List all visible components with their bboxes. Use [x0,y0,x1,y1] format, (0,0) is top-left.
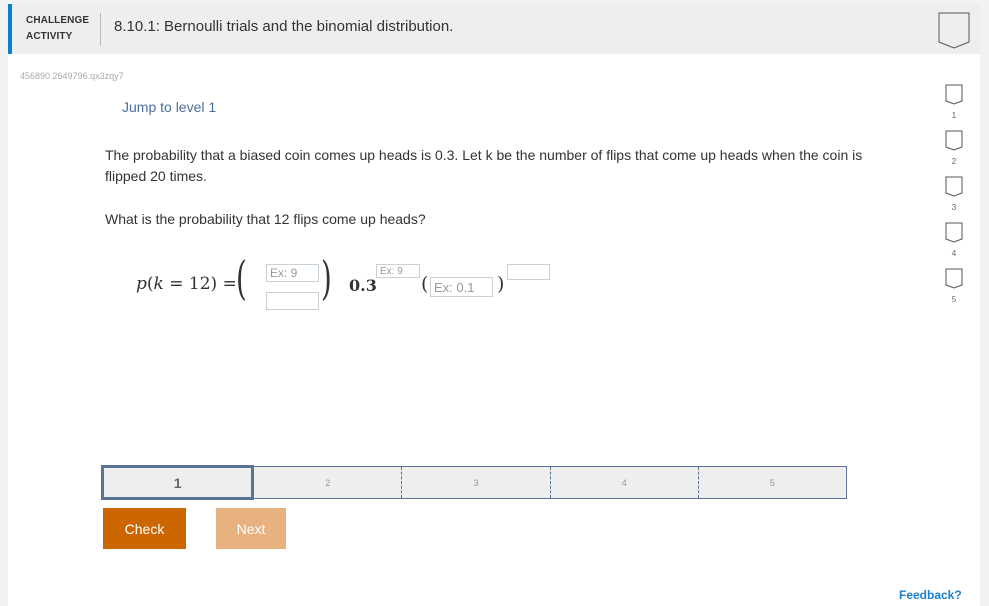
feedback-link[interactable]: Feedback? [899,588,962,602]
level-tab-3[interactable]: 3 [401,467,549,498]
level-tab-2[interactable]: 2 [254,467,401,498]
base2-close-paren: ) [497,273,505,295]
exponent1-input[interactable] [376,264,420,278]
header-divider [100,13,101,46]
activity-type-line2: ACTIVITY [26,31,73,42]
activity-header: CHALLENGE ACTIVITY 8.10.1: Bernoulli tri… [8,4,980,54]
level-tab-5[interactable]: 5 [697,467,846,498]
level-tab-1[interactable]: 1 [101,465,255,500]
progress-level-number: 1 [951,111,957,120]
level-badge-icon [945,176,963,197]
progress-level-5: 5 [939,268,969,304]
exponent2-input[interactable] [507,264,550,280]
binomial-close-paren: ) [321,251,332,305]
level-badge-icon [945,268,963,289]
progress-level-2: 2 [939,130,969,166]
activity-type-line1: CHALLENGE [26,15,90,26]
problem-prompt: The probability that a biased coin comes… [105,147,863,184]
level-selector: 1 2 3 4 5 [101,465,847,500]
base2-input[interactable] [430,277,493,297]
challenge-activity-card: CHALLENGE ACTIVITY 8.10.1: Bernoulli tri… [8,4,980,606]
progress-level-number: 2 [951,157,957,166]
activity-type-label: CHALLENGE ACTIVITY [26,13,89,45]
binomial-open-paren: ( [236,251,247,305]
base2-open-paren: ( [421,273,429,295]
equation-lhs: p(k = 12) = [136,274,237,294]
binomial-bottom-input[interactable] [266,292,319,310]
level-badge-icon [945,130,963,151]
problem-question: What is the probability that 12 flips co… [105,211,426,227]
progress-level-3: 3 [939,176,969,212]
level-tab-4[interactable]: 4 [549,467,698,498]
progress-level-number: 3 [951,203,957,212]
binomial-top-input[interactable] [266,264,319,282]
activity-code: 456890.2649796.qx3zqy7 [20,71,124,81]
progress-level-1: 1 [939,84,969,120]
progress-level-4: 4 [939,222,969,258]
progress-level-number: 5 [951,295,957,304]
jump-to-level-link[interactable]: Jump to level 1 [122,99,216,115]
level-badge-icon [945,84,963,105]
base-probability: 0.3 [349,276,377,295]
level-badge-icon [945,222,963,243]
progress-level-number: 4 [951,249,957,258]
completion-badge-icon [938,12,970,55]
check-button[interactable]: Check [103,508,186,549]
activity-title: 8.10.1: Bernoulli trials and the binomia… [114,18,454,35]
next-button[interactable]: Next [216,508,286,549]
